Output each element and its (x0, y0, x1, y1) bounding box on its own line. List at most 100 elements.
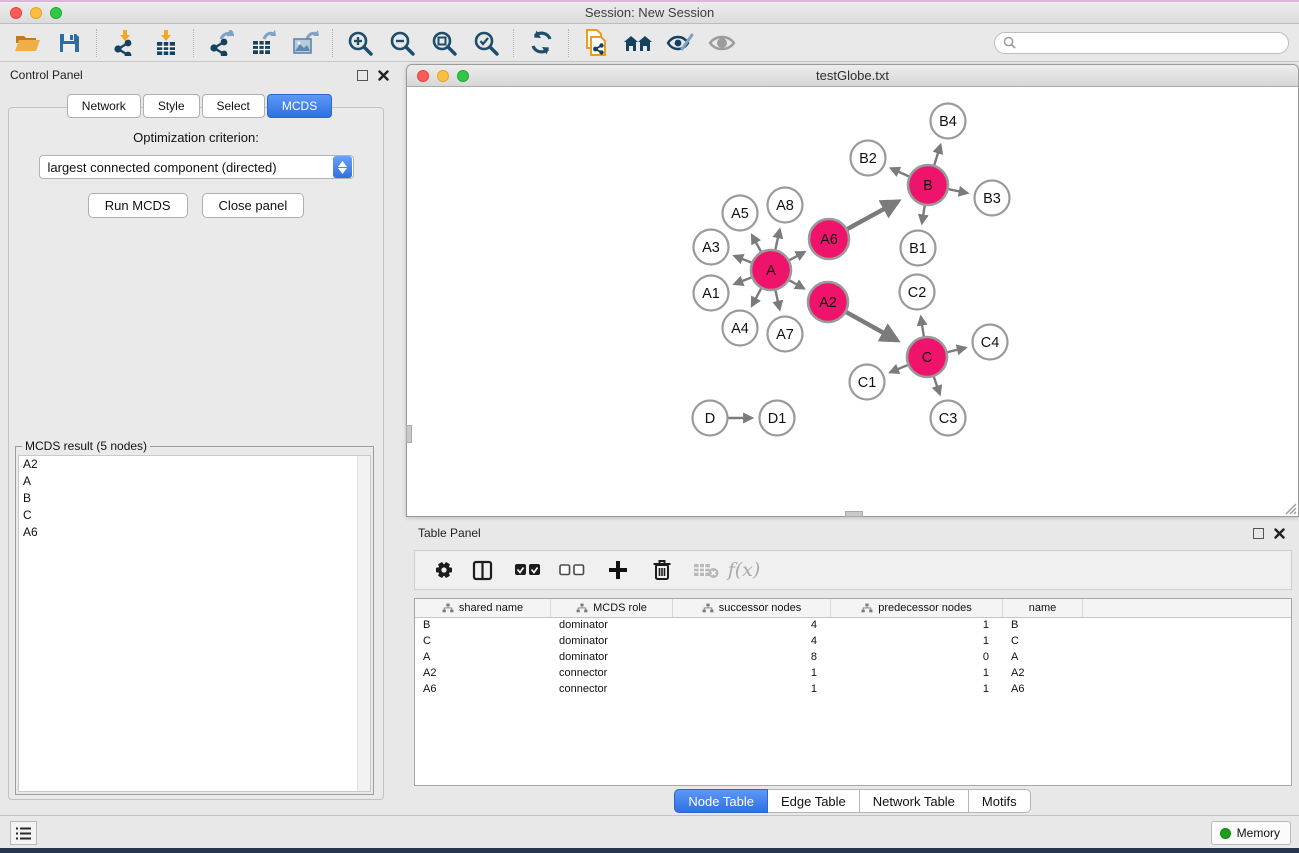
save-session-icon[interactable] (54, 29, 84, 57)
add-column-icon[interactable] (601, 555, 635, 585)
table-row[interactable]: Bdominator41B (415, 618, 1291, 634)
column-header-name[interactable]: name (1003, 599, 1083, 617)
node-A5[interactable]: A5 (723, 196, 758, 231)
mcds-result-item[interactable]: C (19, 507, 370, 524)
network-window-titlebar[interactable]: testGlobe.txt (407, 65, 1298, 87)
mcds-result-item[interactable]: A (19, 473, 370, 490)
edge-C-C3[interactable] (934, 377, 940, 394)
node-A6[interactable]: A6 (809, 219, 849, 259)
node-B3[interactable]: B3 (975, 181, 1010, 216)
export-image-icon[interactable] (290, 29, 320, 57)
open-session-icon[interactable] (12, 29, 42, 57)
criterion-dropdown[interactable]: largest connected component (directed) (39, 155, 354, 179)
tab-style[interactable]: Style (143, 94, 200, 118)
zoom-out-icon[interactable] (387, 29, 417, 57)
edge-A-A7[interactable] (775, 291, 779, 310)
splitter-handle-icon[interactable] (845, 511, 863, 517)
memory-button[interactable]: Memory (1211, 821, 1291, 845)
node-C[interactable]: C (907, 337, 947, 377)
mcds-result-item[interactable]: B (19, 490, 370, 507)
resize-grip-icon[interactable] (1283, 501, 1297, 515)
import-network-icon[interactable] (109, 29, 139, 57)
node-C1[interactable]: C1 (850, 365, 885, 400)
edge-A-A2[interactable] (789, 280, 804, 288)
node-A1[interactable]: A1 (694, 276, 729, 311)
float-panel-icon[interactable] (357, 70, 368, 81)
zoom-in-icon[interactable] (345, 29, 375, 57)
delete-icon[interactable] (645, 555, 679, 585)
node-A3[interactable]: A3 (694, 230, 729, 265)
mcds-result-item[interactable]: A6 (19, 524, 370, 541)
split-columns-icon[interactable] (465, 555, 499, 585)
edge-A2-C[interactable] (846, 312, 897, 340)
zoom-fit-icon[interactable] (429, 29, 459, 57)
edge-B-B4[interactable] (934, 145, 940, 165)
table-row[interactable]: A2connector11A2 (415, 666, 1291, 682)
edge-C-C1[interactable] (890, 365, 907, 372)
tab-node-table[interactable]: Node Table (674, 789, 768, 813)
float-panel-icon[interactable] (1253, 528, 1264, 539)
task-history-button[interactable] (10, 821, 37, 845)
gear-icon[interactable] (427, 555, 461, 585)
deselect-all-checkboxes-icon[interactable] (555, 555, 589, 585)
edge-A-A5[interactable] (752, 235, 761, 252)
edge-C-C2[interactable] (921, 317, 924, 336)
node-A8[interactable]: A8 (768, 188, 803, 223)
close-panel-icon[interactable] (1274, 528, 1285, 539)
edge-A-A6[interactable] (790, 252, 805, 260)
node-B2[interactable]: B2 (851, 141, 886, 176)
column-header-successor-nodes[interactable]: successor nodes (673, 599, 831, 617)
table-row[interactable]: Cdominator41C (415, 634, 1291, 650)
node-C4[interactable]: C4 (973, 325, 1008, 360)
zoom-selected-icon[interactable] (471, 29, 501, 57)
mcds-result-item[interactable]: A2 (19, 456, 370, 473)
network-graph[interactable]: AA1A2A3A4A5A6A7A8BB1B2B3B4CC1C2C3C4DD1 (407, 88, 1298, 516)
refresh-icon[interactable] (526, 29, 556, 57)
export-table-icon[interactable] (248, 29, 278, 57)
tab-motifs[interactable]: Motifs (969, 789, 1031, 813)
edge-A-A8[interactable] (775, 229, 779, 249)
node-B1[interactable]: B1 (901, 231, 936, 266)
clone-network-icon[interactable] (581, 29, 611, 57)
node-A[interactable]: A (751, 250, 791, 290)
search-input[interactable] (1021, 36, 1280, 50)
select-all-checkboxes-icon[interactable] (511, 555, 545, 585)
annotation-eye-icon[interactable] (665, 29, 695, 57)
node-D[interactable]: D (693, 401, 728, 436)
node-B4[interactable]: B4 (931, 104, 966, 139)
import-table-icon[interactable] (151, 29, 181, 57)
graphics-details-icon[interactable] (707, 29, 737, 57)
export-network-icon[interactable] (206, 29, 236, 57)
edge-A-A1[interactable] (734, 278, 751, 285)
tab-network[interactable]: Network (67, 94, 141, 118)
tab-mcds[interactable]: MCDS (267, 94, 332, 118)
edge-B-B1[interactable] (922, 206, 925, 224)
close-panel-button[interactable]: Close panel (202, 193, 305, 218)
edge-B-B3[interactable] (949, 189, 968, 193)
node-C2[interactable]: C2 (900, 275, 935, 310)
column-header-predecessor-nodes[interactable]: predecessor nodes (831, 599, 1003, 617)
splitter-handle-icon[interactable] (406, 425, 412, 443)
network-canvas[interactable]: AA1A2A3A4A5A6A7A8BB1B2B3B4CC1C2C3C4DD1 (407, 88, 1298, 516)
table-row[interactable]: Adominator80A (415, 650, 1291, 666)
node-D1[interactable]: D1 (760, 401, 795, 436)
node-B[interactable]: B (908, 165, 948, 205)
node-A7[interactable]: A7 (768, 317, 803, 352)
tab-edge-table[interactable]: Edge Table (768, 789, 860, 813)
close-panel-icon[interactable] (378, 70, 389, 81)
column-header-mcds-role[interactable]: MCDS role (551, 599, 673, 617)
tab-select[interactable]: Select (202, 94, 265, 118)
scrollbar-track[interactable] (357, 456, 370, 791)
node-A4[interactable]: A4 (723, 311, 758, 346)
edge-A-A3[interactable] (734, 256, 751, 263)
table-row[interactable]: A6connector11A6 (415, 682, 1291, 698)
node-table[interactable]: shared nameMCDS rolesuccessor nodesprede… (414, 598, 1292, 786)
edge-B-B2[interactable] (891, 168, 909, 176)
search-field[interactable] (994, 32, 1289, 54)
run-mcds-button[interactable]: Run MCDS (88, 193, 188, 218)
tab-network-table[interactable]: Network Table (860, 789, 969, 813)
mcds-result-list[interactable]: A2ABCA6 (18, 455, 371, 792)
home-panels-icon[interactable] (623, 29, 653, 57)
edge-A-A4[interactable] (752, 289, 761, 306)
node-C3[interactable]: C3 (931, 401, 966, 436)
